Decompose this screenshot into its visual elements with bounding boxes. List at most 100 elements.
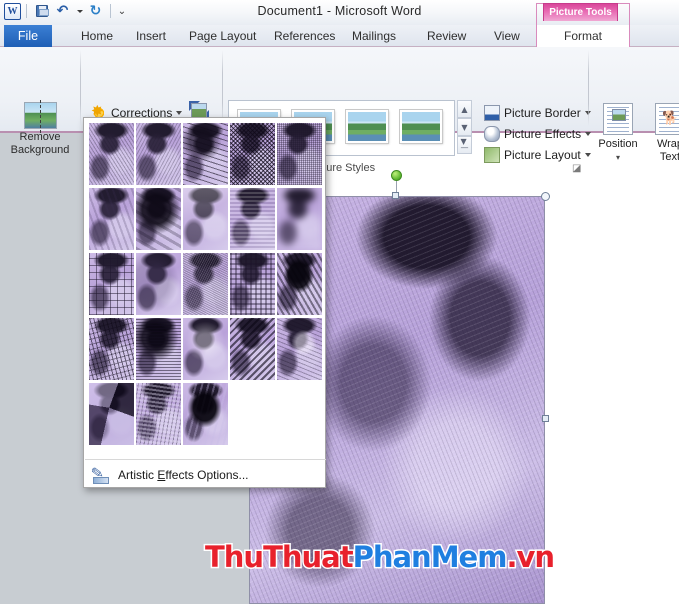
artistic-effect-preview: [136, 188, 181, 250]
artistic-effect-thumbnail[interactable]: [136, 253, 181, 315]
artistic-effect-thumbnail[interactable]: [89, 253, 134, 315]
artistic-effect-preview: [136, 123, 181, 185]
picture-layout-icon: [484, 147, 500, 163]
artistic-effect-thumbnail[interactable]: [136, 318, 181, 380]
tab-file[interactable]: File: [4, 25, 52, 47]
group-separator-3: [588, 50, 589, 126]
artistic-effect-preview: [89, 188, 134, 250]
picture-border-label: Picture Border: [504, 106, 581, 120]
picture-border-icon: [484, 105, 500, 121]
artistic-effect-thumbnail[interactable]: [277, 188, 322, 250]
picture-layout-label: Picture Layout: [504, 148, 581, 162]
artistic-effect-thumbnail[interactable]: [183, 188, 228, 250]
tab-references[interactable]: References: [267, 25, 342, 47]
artistic-effect-preview: [89, 318, 134, 380]
picture-styles-dialog-launcher[interactable]: ◪: [572, 163, 584, 175]
tab-format[interactable]: Format: [536, 25, 630, 47]
artistic-effect-thumbnail[interactable]: [183, 253, 228, 315]
options-label-post: ffects Options...: [165, 468, 248, 482]
artistic-effect-preview: [277, 188, 322, 250]
effects-options-icon: [90, 465, 112, 485]
remove-background-icon: [24, 102, 57, 129]
tab-review[interactable]: Review: [420, 25, 473, 47]
tab-view[interactable]: View: [487, 25, 527, 47]
picture-border-button[interactable]: Picture Border: [481, 102, 594, 123]
artistic-effects-grid[interactable]: [89, 123, 322, 445]
artistic-effect-preview: [183, 253, 228, 315]
artistic-effect-thumbnail[interactable]: [230, 253, 275, 315]
artistic-effect-thumbnail[interactable]: [230, 188, 275, 250]
picture-effects-button[interactable]: Picture Effects: [481, 123, 594, 144]
resize-handle-top-center[interactable]: [392, 192, 399, 199]
artistic-effect-thumbnail[interactable]: [136, 123, 181, 185]
watermark: ThuThuatPhanMem.vn: [205, 540, 554, 574]
dropdown-divider: [85, 459, 326, 460]
artistic-effect-preview: [183, 123, 228, 185]
options-label-pre: Artistic: [118, 468, 157, 482]
position-button[interactable]: Position ▾: [592, 99, 644, 173]
watermark-part2: PhanMem: [353, 540, 507, 574]
wrap-text-button[interactable]: 🐕 Wrap Text: [644, 99, 679, 173]
chevron-down-icon: [585, 153, 591, 157]
tab-insert[interactable]: Insert: [129, 25, 173, 47]
resize-handle-top-right[interactable]: [541, 192, 550, 201]
artistic-effect-preview: [89, 253, 134, 315]
scroll-down-icon[interactable]: ▼: [457, 118, 472, 136]
watermark-part3: .vn: [506, 540, 554, 574]
chevron-down-icon: [585, 132, 591, 136]
artistic-effect-thumbnail[interactable]: [89, 188, 134, 250]
artistic-effect-preview: [230, 318, 275, 380]
artistic-effect-thumbnail[interactable]: [230, 318, 275, 380]
artistic-effect-preview: [136, 253, 181, 315]
artistic-effect-thumbnail[interactable]: [277, 123, 322, 185]
picture-layout-button[interactable]: Picture Layout: [481, 144, 594, 165]
artistic-effect-thumbnail[interactable]: [183, 383, 228, 445]
picture-effects-icon: [484, 126, 500, 142]
artistic-effect-thumbnail[interactable]: [183, 123, 228, 185]
artistic-effect-preview: [277, 123, 322, 185]
artistic-effect-thumbnail[interactable]: [136, 188, 181, 250]
artistic-effect-thumbnail[interactable]: [89, 123, 134, 185]
group-separator-2: [222, 50, 223, 126]
artistic-effect-thumbnail[interactable]: [136, 383, 181, 445]
artistic-effect-preview: [183, 383, 228, 445]
resize-handle-middle-right[interactable]: [542, 415, 549, 422]
artistic-effect-preview: [183, 318, 228, 380]
artistic-effect-preview: [89, 123, 134, 185]
artistic-effect-thumbnail[interactable]: [89, 318, 134, 380]
artistic-effect-preview: [230, 188, 275, 250]
watermark-part1: ThuThuat: [205, 540, 353, 574]
tab-mailings[interactable]: Mailings: [345, 25, 403, 47]
artistic-effect-thumbnail[interactable]: [230, 123, 275, 185]
scroll-up-icon[interactable]: ▲: [457, 100, 472, 118]
picture-style-4[interactable]: [400, 110, 442, 143]
artistic-effect-thumbnail[interactable]: [277, 318, 322, 380]
group-separator-1: [80, 50, 81, 126]
artistic-effect-thumbnail[interactable]: [89, 383, 134, 445]
tab-home[interactable]: Home: [74, 25, 120, 47]
ribbon-tab-strip: File Home Insert Page Layout References …: [0, 25, 679, 47]
picture-style-3[interactable]: [346, 110, 388, 143]
artistic-effect-preview: [89, 383, 134, 445]
artistic-effect-preview: [277, 253, 322, 315]
artistic-effect-preview: [277, 318, 322, 380]
tab-page-layout[interactable]: Page Layout: [182, 25, 263, 47]
artistic-effect-thumbnail[interactable]: [183, 318, 228, 380]
artistic-effects-dropdown[interactable]: Artistic Effects Options...: [83, 117, 326, 488]
remove-background-button[interactable]: Remove Background: [5, 99, 75, 171]
picture-tools-label: Picture Tools: [543, 3, 618, 21]
compress-pictures-icon: [191, 103, 207, 118]
wrap-text-icon: 🐕: [655, 103, 679, 135]
picture-effects-label: Picture Effects: [504, 127, 581, 141]
picture-styles-scroll[interactable]: ▲ ▼ ▼—: [457, 100, 472, 156]
artistic-effects-options-menuitem[interactable]: Artistic Effects Options...: [85, 461, 326, 488]
artistic-effect-preview: [136, 383, 181, 445]
more-styles-icon[interactable]: ▼—: [457, 136, 472, 154]
artistic-effect-thumbnail[interactable]: [277, 253, 322, 315]
artistic-effect-preview: [230, 123, 275, 185]
position-label: Position: [592, 138, 644, 151]
remove-background-label-line2: Background: [5, 144, 75, 157]
chevron-down-icon: [176, 111, 182, 115]
artistic-effect-preview: [183, 188, 228, 250]
artistic-effect-preview: [230, 253, 275, 315]
